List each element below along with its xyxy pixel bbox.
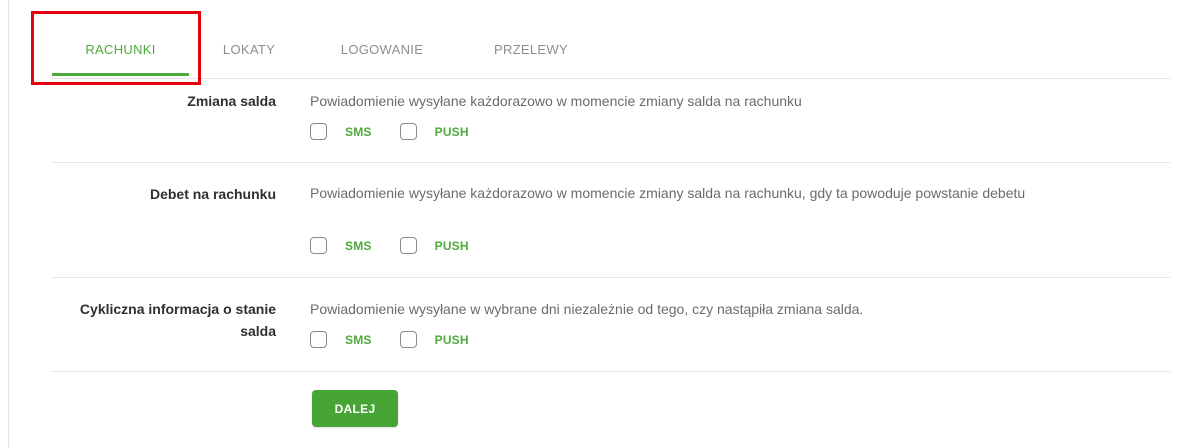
channel-options: SMS PUSH: [310, 123, 497, 140]
sms-checkbox[interactable]: [310, 331, 327, 348]
row-description: Powiadomienie wysyłane w wybrane dni nie…: [310, 301, 864, 317]
sms-label: SMS: [345, 124, 372, 139]
push-label: PUSH: [434, 238, 469, 253]
next-button[interactable]: DALEJ: [312, 390, 398, 427]
sms-option[interactable]: SMS: [310, 331, 372, 348]
push-option[interactable]: PUSH: [399, 237, 469, 254]
sms-option[interactable]: SMS: [310, 123, 372, 140]
notification-row-balance-change: Zmiana salda Powiadomienie wysyłane każd…: [52, 78, 1170, 163]
push-option[interactable]: PUSH: [399, 331, 469, 348]
row-label: Cykliczna informacja o stanie salda: [79, 301, 276, 339]
push-checkbox[interactable]: [399, 331, 417, 348]
row-description: Powiadomienie wysyłane każdorazowo w mom…: [310, 185, 1026, 201]
sms-label: SMS: [345, 332, 372, 347]
tab-logowanie[interactable]: LOGOWANIE: [322, 22, 442, 76]
notification-row-overdraft: Debet na rachunku Powiadomienie wysyłane…: [52, 163, 1170, 278]
push-checkbox[interactable]: [399, 237, 417, 254]
notification-row-periodic-balance: Cykliczna informacja o stanie salda Powi…: [52, 278, 1170, 372]
sms-label: SMS: [345, 238, 372, 253]
tab-przelewy[interactable]: PRZELEWY: [476, 22, 586, 76]
push-label: PUSH: [434, 332, 469, 347]
sms-checkbox[interactable]: [310, 237, 327, 254]
row-label: Zmiana salda: [187, 93, 276, 109]
channel-options: SMS PUSH: [310, 237, 497, 254]
tab-lokaty[interactable]: LOKATY: [204, 22, 294, 76]
channel-options: SMS PUSH: [310, 331, 497, 348]
tab-rachunki[interactable]: RACHUNKI: [52, 22, 189, 76]
push-checkbox[interactable]: [399, 123, 417, 140]
row-description: Powiadomienie wysyłane każdorazowo w mom…: [310, 93, 802, 109]
sms-checkbox[interactable]: [310, 123, 327, 140]
push-label: PUSH: [434, 124, 469, 139]
sms-option[interactable]: SMS: [310, 237, 372, 254]
left-divider: [8, 0, 9, 448]
push-option[interactable]: PUSH: [399, 123, 469, 140]
row-label: Debet na rachunku: [149, 186, 276, 202]
tab-bar: RACHUNKI LOKATY LOGOWANIE PRZELEWY: [52, 22, 1170, 79]
